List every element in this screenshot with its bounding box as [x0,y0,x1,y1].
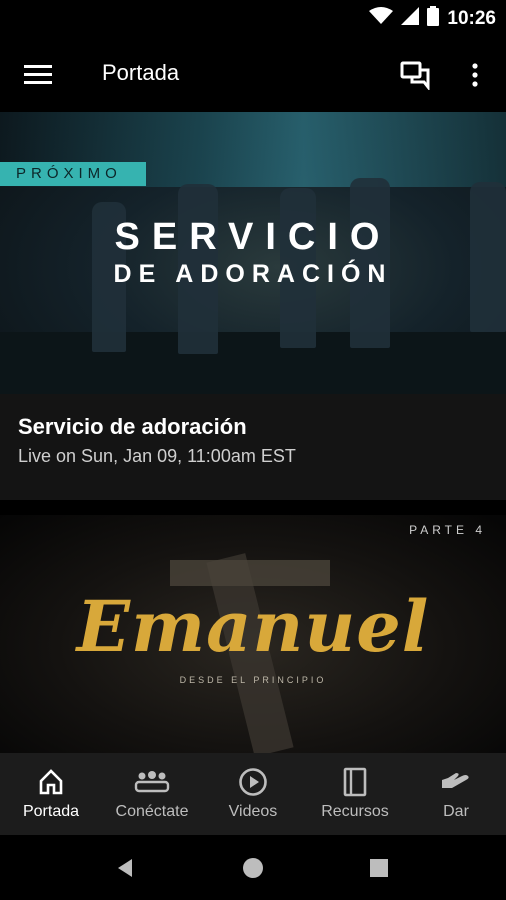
play-circle-icon [238,767,268,797]
battery-icon [427,6,440,31]
nav-item-conectate[interactable]: Conéctate [106,753,198,835]
nav-item-recursos[interactable]: Recursos [310,753,400,835]
nav-label: Videos [228,803,278,820]
card-subtitle: Live on Sun, Jan 09, 11:00am EST [18,446,296,466]
group-icon [134,767,170,797]
upcoming-badge: PRÓXIMO [0,162,146,186]
home-icon [37,767,65,797]
nav-label: Conéctate [115,803,189,820]
back-icon[interactable] [110,853,140,883]
wooden-beam [170,560,330,586]
system-nav-bar [0,835,506,900]
nav-item-videos[interactable]: Videos [212,753,294,835]
nav-label: Recursos [321,803,389,820]
nav-label: Portada [22,803,80,820]
give-hand-icon [440,767,472,797]
hero-title-line2: DE ADORACIÓN [113,260,393,288]
status-time: 10:26 [447,7,496,29]
feed-card-series[interactable]: PARTE 4 Emanuel DESDE EL PRINCIPIO [0,515,506,753]
recents-icon[interactable] [364,853,394,883]
status-bar: 10:26 [0,0,506,38]
hero-title-line1: SERVICIO [114,216,392,258]
feed-card-hero-image[interactable]: PRÓXIMO SERVICIO DE ADORACIÓN [0,112,506,394]
signal-icon [401,7,420,30]
series-subtitle: DESDE EL PRINCIPIO [179,675,327,685]
card-title: Servicio de adoración [18,414,247,439]
nav-label: Dar [443,803,469,820]
chat-icon[interactable] [396,56,436,94]
feed-card-info[interactable]: Servicio de adoración Live on Sun, Jan 0… [0,394,506,500]
part-label: PARTE 4 [409,523,486,537]
stage-floor [0,332,506,394]
wifi-icon [369,7,394,30]
nav-item-portada[interactable]: Portada [10,753,92,835]
page-title: Portada [102,60,180,85]
more-vert-icon[interactable] [460,56,490,94]
book-icon [343,767,367,797]
nav-item-dar[interactable]: Dar [420,753,492,835]
series-title: Emanuel [76,585,430,668]
home-circle-icon[interactable] [238,853,268,883]
hamburger-icon[interactable] [18,58,58,92]
app-bar: Portada [0,38,506,112]
bottom-nav: Portada Conéctate Videos Recursos Dar [0,753,506,835]
